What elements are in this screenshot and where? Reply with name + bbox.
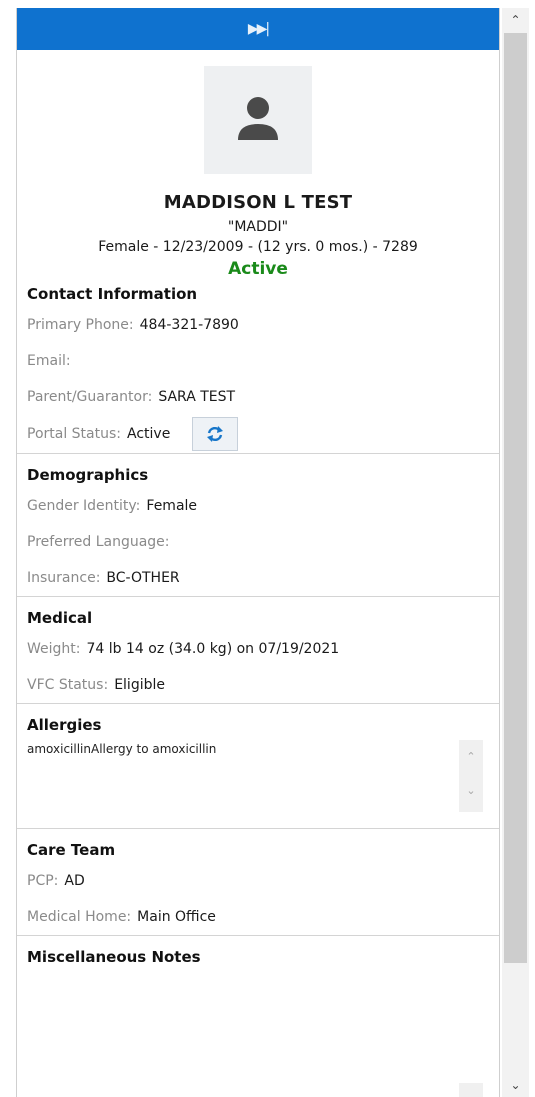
weight-row: Weight: 74 lb 14 oz (34.0 kg) on 07/19/2… bbox=[27, 631, 489, 667]
medical-section: Medical Weight: 74 lb 14 oz (34.0 kg) on… bbox=[17, 597, 499, 704]
patient-summary-panel: ▶▶| MADDISON L TEST "MADDI" Female - 12/… bbox=[16, 8, 500, 1097]
care-team-heading: Care Team bbox=[27, 841, 116, 859]
primary-phone-row: Primary Phone: 484-321-7890 bbox=[27, 307, 489, 343]
gender-label: Gender Identity: bbox=[27, 498, 141, 514]
allergies-section: Allergies amoxicillinAllergy to amoxicil… bbox=[17, 704, 499, 829]
primary-phone-value: 484-321-7890 bbox=[139, 317, 239, 333]
medical-home-label: Medical Home: bbox=[27, 909, 132, 925]
guarantor-row: Parent/Guarantor: SARA TEST bbox=[27, 379, 489, 415]
insurance-row: Insurance: BC-OTHER bbox=[27, 560, 489, 596]
user-placeholder-icon bbox=[238, 97, 278, 140]
panel-scrollbar[interactable]: ⌃ ⌄ bbox=[502, 8, 529, 1097]
allergies-list[interactable]: amoxicillinAllergy to amoxicillin ⌃ ⌄ bbox=[27, 740, 489, 828]
patient-status: Active bbox=[228, 259, 288, 279]
patient-nickname: "MADDI" bbox=[227, 219, 289, 235]
misc-notes-scrollbar[interactable] bbox=[459, 1083, 483, 1097]
portal-status-label: Portal Status: bbox=[27, 426, 122, 442]
avatar bbox=[204, 66, 312, 174]
scroll-up-arrow-icon[interactable]: ⌃ bbox=[502, 8, 529, 32]
email-row: Email: bbox=[27, 343, 489, 379]
medical-heading: Medical bbox=[27, 609, 93, 627]
pcp-row: PCP: AD bbox=[27, 863, 489, 899]
allergies-heading: Allergies bbox=[27, 716, 102, 734]
primary-phone-label: Primary Phone: bbox=[27, 317, 134, 333]
refresh-icon bbox=[207, 426, 224, 442]
email-label: Email: bbox=[27, 353, 71, 369]
medical-home-row: Medical Home: Main Office bbox=[27, 899, 489, 935]
guarantor-label: Parent/Guarantor: bbox=[27, 389, 153, 405]
misc-heading: Miscellaneous Notes bbox=[27, 948, 201, 966]
guarantor-value: SARA TEST bbox=[158, 389, 236, 405]
collapse-panel-button[interactable]: ▶▶| bbox=[17, 8, 499, 50]
demographics-section: Demographics Gender Identity: Female Pre… bbox=[17, 454, 499, 597]
skip-forward-icon: ▶▶| bbox=[247, 21, 270, 37]
weight-value: 74 lb 14 oz (34.0 kg) on 07/19/2021 bbox=[86, 641, 340, 657]
insurance-value: BC-OTHER bbox=[106, 570, 180, 586]
allergies-scrollbar[interactable]: ⌃ ⌄ bbox=[459, 740, 483, 812]
portal-status-value: Active bbox=[127, 426, 171, 442]
contact-heading: Contact Information bbox=[27, 285, 198, 303]
language-label: Preferred Language: bbox=[27, 534, 170, 550]
language-row: Preferred Language: bbox=[27, 524, 489, 560]
scroll-up-icon[interactable]: ⌃ bbox=[459, 750, 483, 763]
vfc-row: VFC Status: Eligible bbox=[27, 667, 489, 703]
pcp-label: PCP: bbox=[27, 873, 59, 889]
pcp-value: AD bbox=[64, 873, 85, 889]
scroll-down-icon[interactable]: ⌄ bbox=[459, 784, 483, 797]
patient-summary-line: Female - 12/23/2009 - (12 yrs. 0 mos.) -… bbox=[98, 239, 418, 255]
care-team-section: Care Team PCP: AD Medical Home: Main Off… bbox=[17, 829, 499, 936]
scrollbar-thumb[interactable] bbox=[504, 33, 527, 963]
portal-refresh-button[interactable] bbox=[192, 417, 239, 451]
patient-name: MADDISON L TEST bbox=[163, 192, 353, 213]
portal-status-row: Portal Status: Active bbox=[27, 415, 489, 453]
weight-label: Weight: bbox=[27, 641, 81, 657]
insurance-label: Insurance: bbox=[27, 570, 101, 586]
misc-section: Miscellaneous Notes bbox=[17, 936, 499, 970]
scroll-down-arrow-icon[interactable]: ⌄ bbox=[502, 1073, 529, 1097]
contact-section: Contact Information Primary Phone: 484-3… bbox=[17, 279, 499, 454]
vfc-label: VFC Status: bbox=[27, 677, 109, 693]
medical-home-value: Main Office bbox=[137, 909, 216, 925]
vfc-value: Eligible bbox=[114, 677, 165, 693]
gender-row: Gender Identity: Female bbox=[27, 488, 489, 524]
demographics-heading: Demographics bbox=[27, 466, 149, 484]
gender-value: Female bbox=[146, 498, 198, 514]
allergy-item: amoxicillinAllergy to amoxicillin bbox=[27, 742, 217, 756]
